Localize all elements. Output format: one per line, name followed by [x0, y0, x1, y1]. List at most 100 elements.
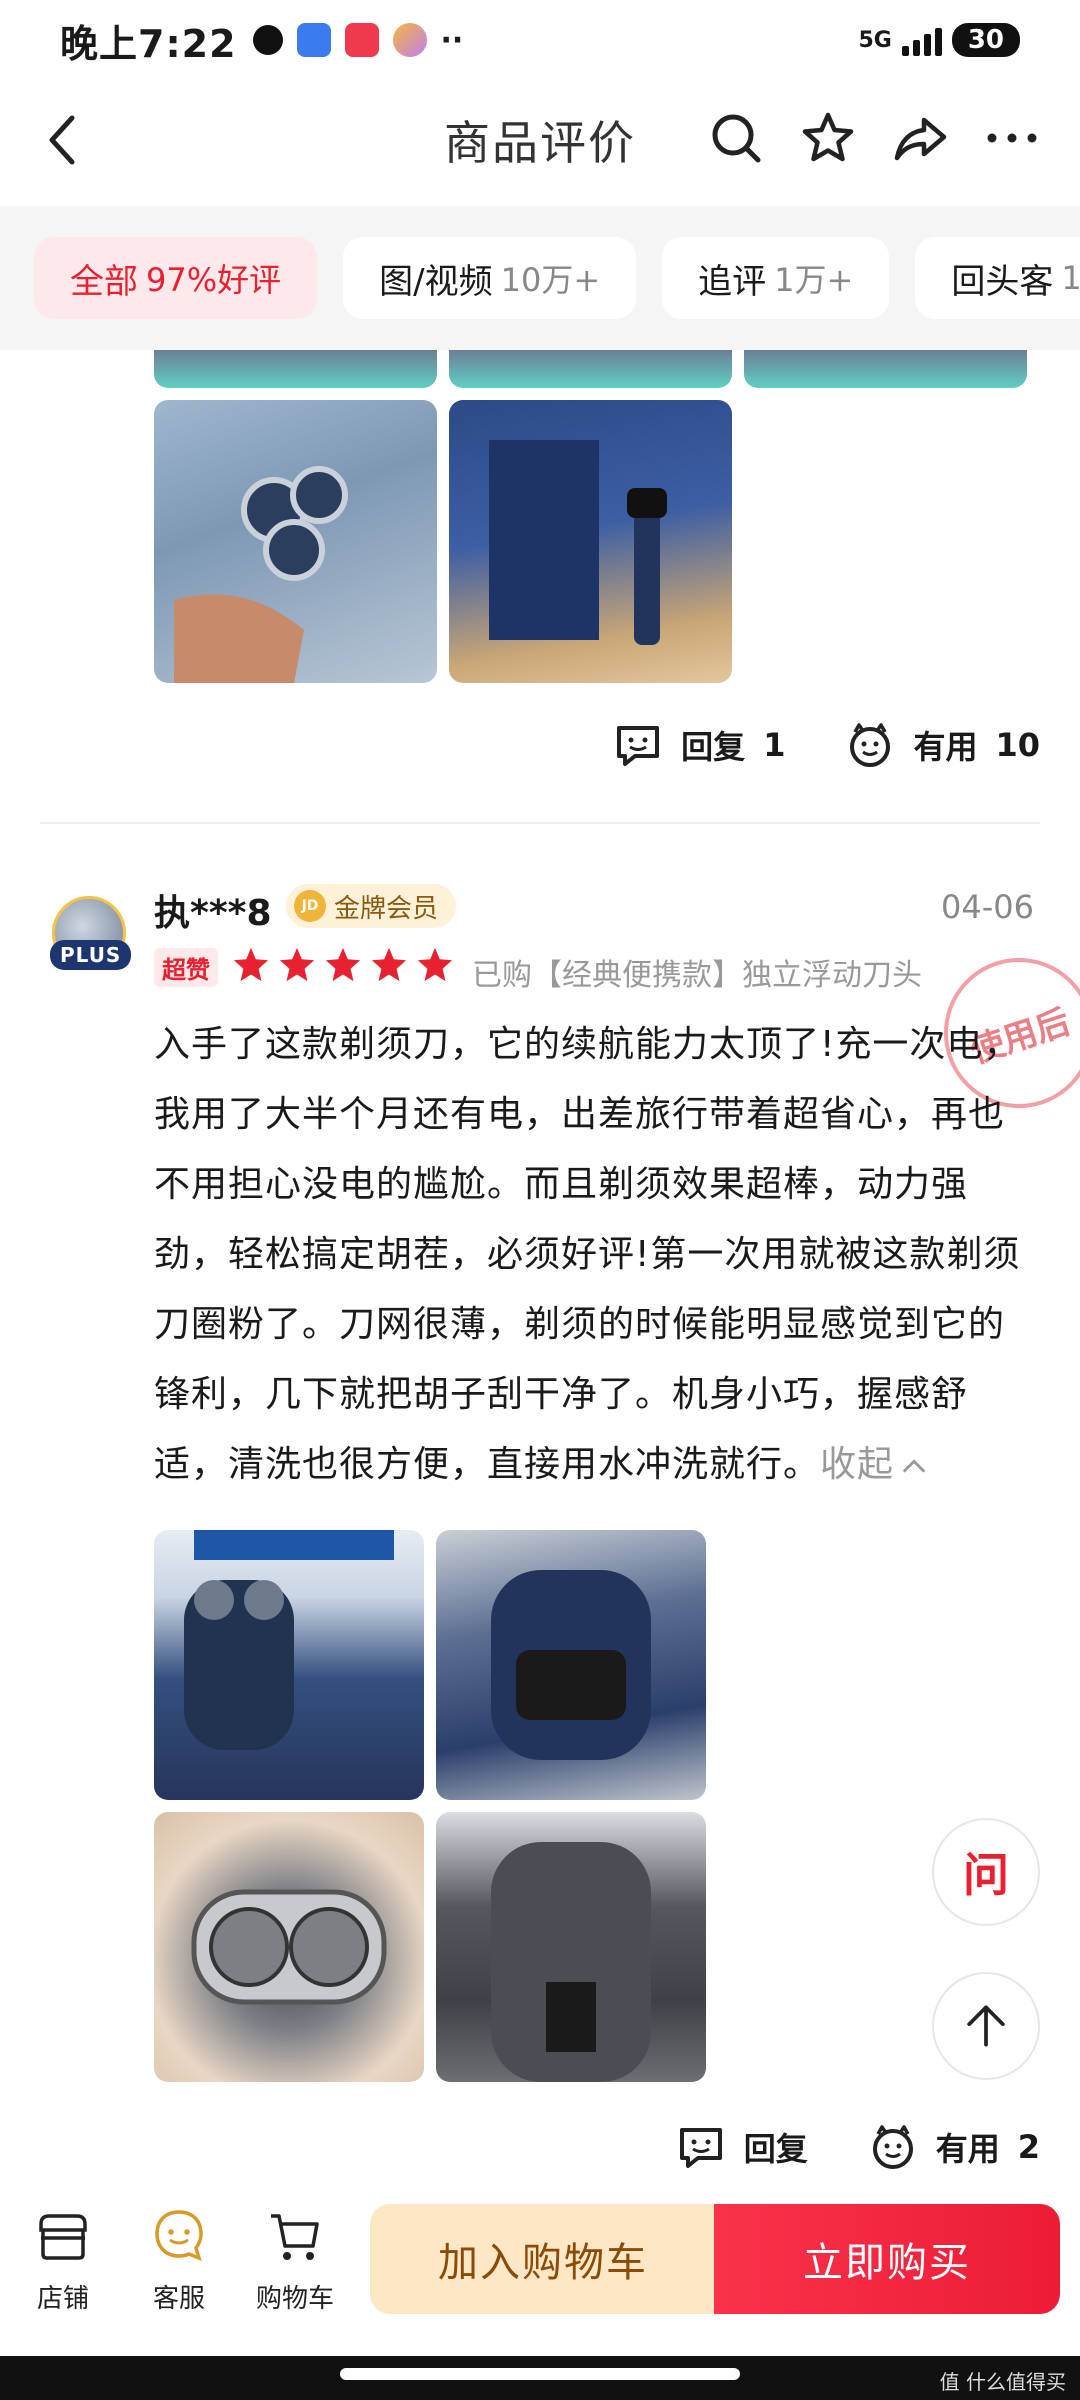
- customer-service-icon: [155, 2210, 203, 2261]
- store-icon: [39, 2214, 87, 2260]
- home-indicator[interactable]: [340, 2368, 740, 2380]
- share-icon: [894, 117, 947, 161]
- review-text: 入手了这款剃须刀，它的续航能力太顶了!充一次电，我用了大半个月还有电，出差旅行带…: [154, 1010, 1034, 1500]
- shaver-head-image: [174, 466, 348, 683]
- more-dots-icon: [987, 133, 1037, 143]
- member-label: 金牌会员: [334, 893, 439, 924]
- star-icon: [417, 947, 453, 982]
- product-box-image: [184, 1530, 394, 1750]
- page-title-text: 商品评价: [444, 116, 636, 170]
- battery-indicator: 30: [951, 23, 1020, 57]
- plus-badge: PLUS: [50, 940, 132, 970]
- rating-badge: 超赞: [154, 948, 218, 987]
- reviewer-name: 执***8: [154, 893, 272, 934]
- ask-button[interactable]: 问: [932, 1818, 1040, 1926]
- music-app-icon: [344, 23, 379, 57]
- review-date: 04-06: [941, 888, 1034, 926]
- network-label: 5G: [858, 27, 892, 53]
- shop-button[interactable]: 店铺: [8, 2206, 118, 2315]
- review-photo[interactable]: [744, 350, 1027, 388]
- watermark: 值 什么值得买: [939, 2370, 1066, 2394]
- chevron-left-icon: [49, 115, 75, 165]
- star-icon: [233, 947, 269, 982]
- add-to-cart-button[interactable]: 加入购物车: [370, 2204, 716, 2314]
- purchased-variant: 已购【经典便携款】独立浮动刀头: [472, 958, 922, 993]
- filter-returning-label: 回头客: [951, 261, 1054, 302]
- filter-all-count: 97%好评: [146, 261, 282, 299]
- filter-all[interactable]: 全部 97%好评: [34, 237, 318, 319]
- share-button[interactable]: [892, 110, 948, 166]
- reply-count: 1: [763, 726, 786, 764]
- star-rating: [232, 946, 454, 984]
- filter-returning[interactable]: 回头客19: [915, 237, 1080, 319]
- useful-count: 10: [995, 726, 1040, 764]
- comment-icon: [617, 726, 660, 766]
- filter-returning-count: 19: [1061, 259, 1080, 297]
- shaver-heads-image: [191, 1889, 387, 2005]
- search-icon: [712, 114, 761, 163]
- useful-label: 有用: [913, 728, 978, 766]
- shaver-back-image: [491, 1842, 651, 2082]
- bottom-action-bar: 店铺 客服 购物车 加入购物车 立即购买: [0, 2186, 1080, 2356]
- filter-media-count: 10万+: [500, 261, 601, 299]
- reply-label: 回复: [681, 728, 746, 766]
- review-photo[interactable]: [436, 1530, 706, 1800]
- review-photo[interactable]: [449, 400, 732, 683]
- star-icon: [325, 947, 361, 982]
- review-photo[interactable]: [436, 1812, 706, 2082]
- like-face-icon: [872, 2125, 913, 2169]
- review-photo[interactable]: [154, 1530, 424, 1800]
- filter-followup[interactable]: 追评 1万+: [662, 237, 890, 319]
- home-indicator-bar: [0, 2356, 1080, 2400]
- review-photo[interactable]: [154, 400, 437, 683]
- service-button[interactable]: 客服: [124, 2206, 234, 2315]
- useful-label: 有用: [935, 2130, 1000, 2168]
- filter-followup-label: 追评: [698, 261, 767, 302]
- star-outline-icon: [802, 112, 854, 162]
- notification-icons: ··: [252, 22, 464, 58]
- review-photo[interactable]: [154, 350, 437, 388]
- useful-button[interactable]: 有用 10: [845, 720, 1040, 770]
- collapse-label: 收起: [820, 1444, 895, 1485]
- nav-bar: 商品评价: [0, 80, 1080, 200]
- status-time: 晚上7:22: [60, 21, 237, 66]
- filter-media[interactable]: 图/视频 10万+: [343, 237, 637, 319]
- cart-button[interactable]: 购物车: [240, 2206, 350, 2315]
- star-icon: [279, 947, 315, 982]
- filter-media-label: 图/视频: [379, 261, 493, 302]
- filter-tabs: 全部97%好评 图/视频10万+ 追评1万+ 回头客19: [0, 206, 1080, 350]
- collapse-button[interactable]: 收起: [820, 1444, 928, 1485]
- search-button[interactable]: [708, 110, 764, 166]
- review-photo[interactable]: [449, 350, 732, 388]
- alarm-icon: [252, 25, 283, 55]
- back-button[interactable]: [40, 110, 90, 170]
- member-badge: JD 金牌会员: [286, 884, 457, 928]
- like-face-icon: [850, 723, 891, 767]
- filter-all-label: 全部: [70, 261, 138, 302]
- product-box-image: [489, 440, 667, 645]
- app-notification-icon: [296, 23, 331, 57]
- service-label: 客服: [152, 2284, 205, 2314]
- star-icon: [371, 947, 407, 982]
- app-notification-icon-2: [392, 23, 427, 57]
- review-photo[interactable]: [154, 1812, 424, 2082]
- favorite-button[interactable]: [800, 110, 856, 166]
- buy-now-button[interactable]: 立即购买: [714, 2204, 1060, 2314]
- more-notifications-icon: ··: [440, 22, 464, 58]
- filter-followup-count: 1万+: [774, 261, 854, 299]
- cart-icon: [271, 2214, 319, 2260]
- shop-label: 店铺: [36, 2284, 89, 2314]
- prev-review-actions: 回复 1 有用 10: [613, 720, 1040, 770]
- arrow-up-icon: [967, 2005, 1005, 2047]
- reply-button[interactable]: 回复: [676, 2122, 808, 2172]
- comment-icon: [679, 2128, 722, 2168]
- chevron-up-icon: [902, 1459, 926, 1473]
- ask-label: 问: [963, 1848, 1009, 1902]
- useful-count: 2: [1017, 2128, 1040, 2166]
- useful-button[interactable]: 有用 2: [868, 2122, 1040, 2172]
- more-button[interactable]: [984, 110, 1040, 166]
- divider: [40, 822, 1040, 824]
- reply-button[interactable]: 回复 1: [613, 720, 785, 770]
- scroll-top-button[interactable]: [932, 1972, 1040, 2080]
- jd-member-icon: JD: [294, 890, 326, 922]
